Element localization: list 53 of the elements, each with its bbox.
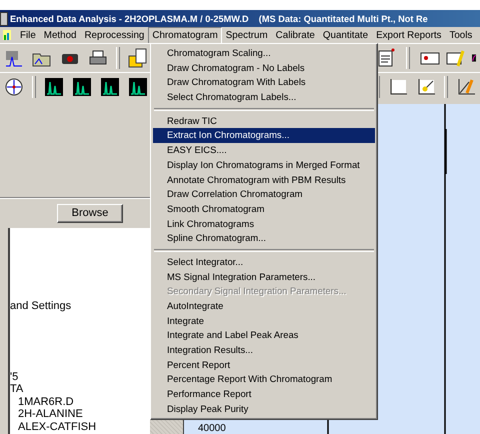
menu-bar-item[interactable]: File bbox=[16, 27, 40, 43]
menu-item[interactable]: Draw Chromatogram - No Labels bbox=[153, 60, 375, 76]
edit-card-icon[interactable] bbox=[446, 48, 466, 68]
menu-item[interactable]: Performance Report bbox=[153, 387, 375, 402]
menu-item[interactable]: Percent Report bbox=[153, 358, 375, 372]
menu-bar-item[interactable]: Spectrum bbox=[222, 27, 272, 43]
menu-bar-item[interactable]: Export Reports bbox=[372, 27, 446, 43]
chromatogram-icon[interactable] bbox=[44, 77, 64, 97]
tree-item[interactable]: and Settings bbox=[10, 300, 150, 312]
menu-item[interactable]: Chromatogram Scaling... bbox=[153, 46, 375, 61]
menu-item[interactable]: EASY EICS.... bbox=[153, 143, 375, 158]
menu-bar-item[interactable]: Calibrate bbox=[272, 27, 319, 43]
menu-item[interactable]: Link Chromatograms bbox=[153, 216, 375, 232]
star-plot-icon[interactable] bbox=[416, 77, 436, 97]
tree-item[interactable]: '5 bbox=[10, 370, 150, 383]
menu-bar-item[interactable]: Reprocessing bbox=[80, 27, 148, 43]
menu-item[interactable]: Draw Chromatogram With Labels bbox=[153, 75, 375, 90]
tree-item[interactable]: 2H-ALANINE bbox=[14, 408, 150, 420]
folder-icon[interactable] bbox=[128, 48, 148, 68]
menu-item[interactable]: Annotate Chromatogram with PBM Results bbox=[153, 172, 375, 188]
menu-item[interactable]: Display Ion Chromatograms in Merged Format bbox=[153, 158, 375, 172]
window-title: Enhanced Data Analysis - 2H2OPLASMA.M / 0-25MW.D (MS Data: Quantitated Multi Pt., Not Re bbox=[10, 14, 428, 24]
blank-plot-icon[interactable] bbox=[388, 77, 408, 97]
menu-item[interactable]: AutoIntegrate bbox=[153, 299, 375, 314]
chromatogram-icon[interactable] bbox=[4, 48, 24, 68]
axis-label: 40000 bbox=[198, 423, 226, 434]
report-icon[interactable] bbox=[376, 48, 396, 68]
menu-bar-item[interactable]: Tools bbox=[445, 27, 476, 43]
menu-bar-item[interactable]: Quantitate bbox=[318, 27, 372, 43]
menu-item[interactable]: Display Peak Purity bbox=[153, 402, 375, 416]
chromatogram-icon[interactable] bbox=[128, 77, 148, 97]
tree-item[interactable]: TA bbox=[10, 383, 150, 396]
menu-item[interactable]: Smooth Chromatogram bbox=[153, 202, 375, 217]
menu-item[interactable]: Select Chromatogram Labels... bbox=[153, 90, 375, 105]
menu-item[interactable]: Spline Chromatogram... bbox=[153, 231, 375, 246]
chromatogram-icon[interactable] bbox=[72, 77, 92, 97]
tree-item[interactable]: 1MAR6R.D bbox=[14, 396, 150, 408]
menu-item[interactable]: Redraw TIC bbox=[153, 114, 375, 128]
browse-button[interactable]: Browse bbox=[57, 204, 123, 222]
menu-item[interactable]: Percentage Report With Chromatogram bbox=[153, 372, 375, 388]
menu-item[interactable]: Select Integrator... bbox=[153, 254, 375, 270]
menu-item[interactable]: Integration Results... bbox=[153, 343, 375, 358]
chromatogram-icon[interactable] bbox=[100, 77, 120, 97]
pencil-plot-icon[interactable] bbox=[456, 77, 476, 97]
menu-bar-item[interactable]: Method bbox=[40, 27, 80, 43]
document-icon[interactable] bbox=[2, 29, 12, 41]
menu-item[interactable]: Extract Ion Chromatograms... bbox=[153, 128, 375, 144]
menu-item[interactable]: Draw Correlation Chromatogram bbox=[153, 187, 375, 202]
menu-item[interactable]: Integrate bbox=[153, 314, 375, 328]
menu-item[interactable]: MS Signal Integration Parameters... bbox=[153, 270, 375, 284]
tree-item[interactable]: ALEX-CATFISH bbox=[14, 420, 150, 433]
compass-icon[interactable] bbox=[4, 77, 24, 97]
menu-item[interactable]: Integrate and Label Peak Areas bbox=[153, 328, 375, 344]
